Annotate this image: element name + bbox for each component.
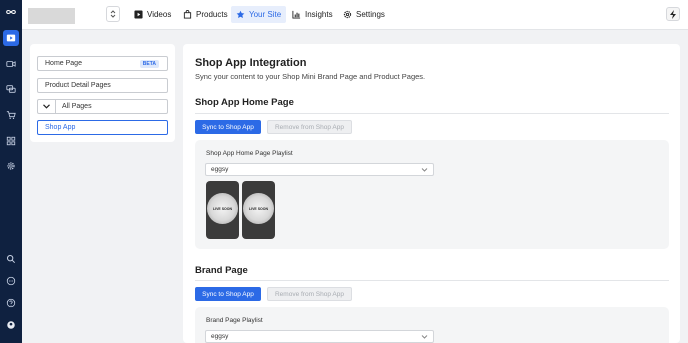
infinity-logo-icon[interactable] (3, 4, 19, 20)
gear-icon[interactable] (3, 158, 19, 174)
sidebar-item-label: Product Detail Pages (45, 82, 111, 89)
nav-videos[interactable]: Videos (129, 6, 176, 23)
playlist-card: Shop App Home Page Playlist eggsy LIVE S… (195, 140, 669, 249)
bar-chart-icon (292, 10, 301, 19)
section-divider (195, 280, 669, 281)
page-title: Shop App Integration (195, 57, 307, 69)
store-switcher-button[interactable] (106, 6, 120, 22)
sidebar-item-all-pages[interactable]: All Pages (37, 99, 168, 114)
chat-icon[interactable] (3, 81, 19, 97)
cart-icon[interactable] (3, 107, 19, 123)
video-thumbnail[interactable]: LIVE SOON (242, 181, 275, 239)
beta-badge: BETA (139, 60, 159, 68)
video-library-icon[interactable] (3, 30, 19, 46)
nav-settings[interactable]: Settings (338, 6, 390, 23)
profile-icon[interactable] (3, 317, 19, 333)
page-type-panel: Home Page BETA Product Detail Pages All … (30, 44, 175, 142)
main-content: Shop App Integration Sync your content t… (183, 44, 680, 343)
quick-action-button[interactable] (666, 7, 680, 21)
sidebar-item-home-page[interactable]: Home Page BETA (37, 56, 168, 71)
section-divider (195, 113, 669, 114)
nav-your-site[interactable]: Your Site (231, 6, 287, 23)
sync-to-shop-app-button[interactable]: Sync to Shop App (195, 287, 261, 301)
playlist-card: Brand Page Playlist eggsy (195, 307, 669, 343)
nav-label: Products (196, 10, 228, 19)
playlist-select-value: eggsy (211, 166, 229, 173)
camera-icon[interactable] (3, 56, 19, 72)
video-thumbnail[interactable]: LIVE SOON (206, 181, 239, 239)
sidebar-item-label: All Pages (62, 103, 92, 110)
thumbnail-label: LIVE SOON (248, 207, 269, 211)
sidebar-item-label: Shop App (45, 124, 76, 131)
gear-icon (343, 10, 352, 19)
remove-from-shop-app-button[interactable]: Remove from Shop App (267, 120, 352, 134)
section-heading-brand-page: Brand Page (195, 265, 248, 276)
left-rail (0, 0, 22, 343)
top-bar: Videos Products Your Site Insights Setti… (22, 0, 688, 30)
thumbnail-label: LIVE SOON (212, 207, 233, 211)
sync-to-shop-app-button[interactable]: Sync to Shop App (195, 120, 261, 134)
page-subtitle: Sync your content to your Shop Mini Bran… (195, 72, 426, 81)
remove-from-shop-app-button[interactable]: Remove from Shop App (267, 287, 352, 301)
section-heading-shop-app-home-page: Shop App Home Page (195, 97, 294, 108)
chevron-down-icon (421, 335, 428, 339)
search-icon[interactable] (3, 251, 19, 267)
playlist-label: Brand Page Playlist (206, 317, 263, 324)
playlist-label: Shop App Home Page Playlist (206, 150, 293, 157)
playlist-select-value: eggsy (211, 333, 229, 340)
playlist-select[interactable]: eggsy (205, 163, 434, 176)
brand-logo-placeholder (28, 8, 75, 24)
nav-label: Videos (147, 10, 172, 19)
sidebar-item-shop-app[interactable]: Shop App (37, 120, 168, 135)
lightning-bolt-icon (669, 9, 676, 19)
nav-label: Settings (356, 10, 385, 19)
help-icon[interactable] (3, 295, 19, 311)
star-icon (236, 10, 245, 19)
sidebar-item-label: Home Page (45, 60, 82, 67)
bag-icon (183, 10, 192, 19)
sidebar-item-product-detail-pages[interactable]: Product Detail Pages (37, 78, 168, 93)
nav-insights[interactable]: Insights (287, 6, 338, 23)
play-icon (134, 10, 143, 19)
expand-chevron-icon[interactable] (38, 100, 56, 113)
up-down-chevron-icon (110, 10, 116, 18)
grid-icon[interactable] (3, 133, 19, 149)
nav-products[interactable]: Products (178, 6, 233, 23)
nav-label: Your Site (249, 10, 282, 19)
playlist-select[interactable]: eggsy (205, 330, 434, 343)
message-icon[interactable] (3, 273, 19, 289)
nav-label: Insights (305, 10, 333, 19)
chevron-down-icon (421, 168, 428, 172)
